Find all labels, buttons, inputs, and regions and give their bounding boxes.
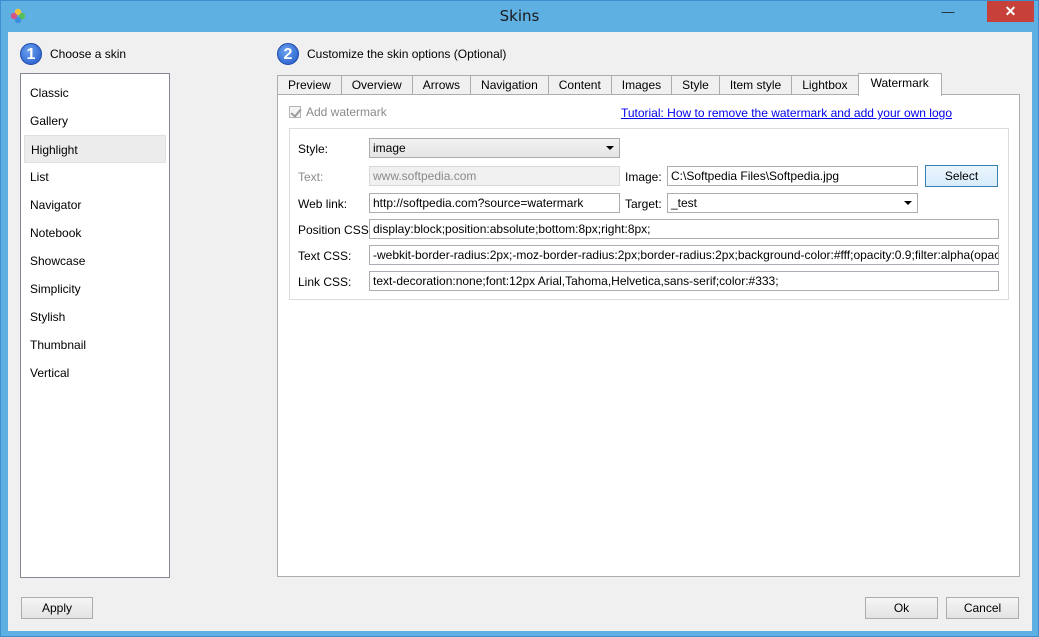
- text-css-label: Text CSS:: [298, 249, 352, 263]
- options-tabs: Preview Overview Arrows Navigation Content Im…: [277, 73, 942, 96]
- tab-watermark[interactable]: Watermark: [857, 73, 942, 96]
- style-select[interactable]: image: [369, 138, 620, 158]
- skin-item-thumbnail[interactable]: Thumbnail: [24, 331, 166, 359]
- step-1-header: 1 Choose a skin: [20, 43, 126, 65]
- watermark-settings-group: Style: image Text: www.softpedia.com Ima…: [289, 128, 1009, 300]
- tab-navigation[interactable]: Navigation: [470, 75, 548, 96]
- text-css-field[interactable]: -webkit-border-radius:2px;-moz-border-ra…: [369, 245, 999, 265]
- step-1-badge: 1: [20, 43, 42, 65]
- title-bar[interactable]: Skins — ✕: [1, 1, 1038, 32]
- tab-content[interactable]: Content: [547, 75, 611, 96]
- tab-lightbox[interactable]: Lightbox: [791, 75, 858, 96]
- step-1-label: Choose a skin: [50, 47, 127, 61]
- position-css-field[interactable]: display:block;position:absolute;bottom:8…: [369, 219, 999, 239]
- ok-button[interactable]: Ok: [865, 597, 938, 619]
- skin-item-gallery[interactable]: Gallery: [24, 107, 166, 135]
- skin-item-notebook[interactable]: Notebook: [24, 219, 166, 247]
- text-label: Text:: [298, 170, 324, 184]
- link-css-field[interactable]: text-decoration:none;font:12px Arial,Tah…: [369, 271, 999, 291]
- skin-item-simplicity[interactable]: Simplicity: [24, 275, 166, 303]
- style-select-value: image: [373, 141, 406, 155]
- skins-window: Skins — ✕ 1 Choose a skin 2 Customize th…: [0, 0, 1039, 637]
- target-select-value: _test: [671, 196, 698, 210]
- position-css-label: Position CSS:: [298, 223, 373, 237]
- image-path-field[interactable]: C:\Softpedia Files\Softpedia.jpg: [667, 166, 918, 186]
- step-2-header: 2 Customize the skin options (Optional): [277, 43, 506, 65]
- chevron-down-icon: [904, 201, 912, 205]
- tab-overview[interactable]: Overview: [340, 75, 412, 96]
- add-watermark-checkbox[interactable]: [289, 106, 301, 118]
- apply-button[interactable]: Apply: [21, 597, 93, 619]
- skin-item-list[interactable]: List: [24, 163, 166, 191]
- image-label: Image:: [625, 170, 662, 184]
- tab-preview[interactable]: Preview: [277, 75, 341, 96]
- step-2-label: Customize the skin options (Optional): [307, 47, 507, 61]
- watermark-panel: Add watermark Tutorial: How to remove th…: [277, 94, 1020, 577]
- skin-item-showcase[interactable]: Showcase: [24, 247, 166, 275]
- chevron-down-icon: [606, 146, 614, 150]
- select-image-button[interactable]: Select: [925, 165, 998, 187]
- step-2-badge: 2: [277, 43, 299, 65]
- skin-item-navigator[interactable]: Navigator: [24, 191, 166, 219]
- skin-item-vertical[interactable]: Vertical: [24, 359, 166, 387]
- skin-item-highlight[interactable]: Highlight: [24, 135, 166, 163]
- target-select[interactable]: _test: [667, 193, 918, 213]
- tab-item-style[interactable]: Item style: [718, 75, 792, 96]
- style-label: Style:: [298, 142, 329, 156]
- text-field[interactable]: www.softpedia.com: [369, 166, 620, 186]
- link-css-label: Link CSS:: [298, 275, 352, 289]
- minimize-button[interactable]: —: [937, 1, 959, 22]
- dialog-client: 1 Choose a skin 2 Customize the skin opt…: [8, 32, 1032, 631]
- add-watermark-option[interactable]: Add watermark: [289, 105, 387, 119]
- tab-images[interactable]: Images: [610, 75, 672, 96]
- web-link-field[interactable]: http://softpedia.com?source=watermark: [369, 193, 620, 213]
- target-label: Target:: [625, 197, 662, 211]
- add-watermark-label: Add watermark: [306, 105, 387, 119]
- cancel-button[interactable]: Cancel: [946, 597, 1019, 619]
- skin-list[interactable]: Classic Gallery Highlight List Navigator Note…: [20, 73, 170, 578]
- tab-arrows[interactable]: Arrows: [411, 75, 471, 96]
- skin-item-stylish[interactable]: Stylish: [24, 303, 166, 331]
- close-button[interactable]: ✕: [987, 1, 1034, 22]
- tab-style[interactable]: Style: [671, 75, 719, 96]
- tutorial-link[interactable]: Tutorial: How to remove the watermark an…: [621, 106, 952, 120]
- web-link-label: Web link:: [298, 197, 348, 211]
- window-title: Skins: [499, 7, 540, 25]
- skin-item-classic[interactable]: Classic: [24, 79, 166, 107]
